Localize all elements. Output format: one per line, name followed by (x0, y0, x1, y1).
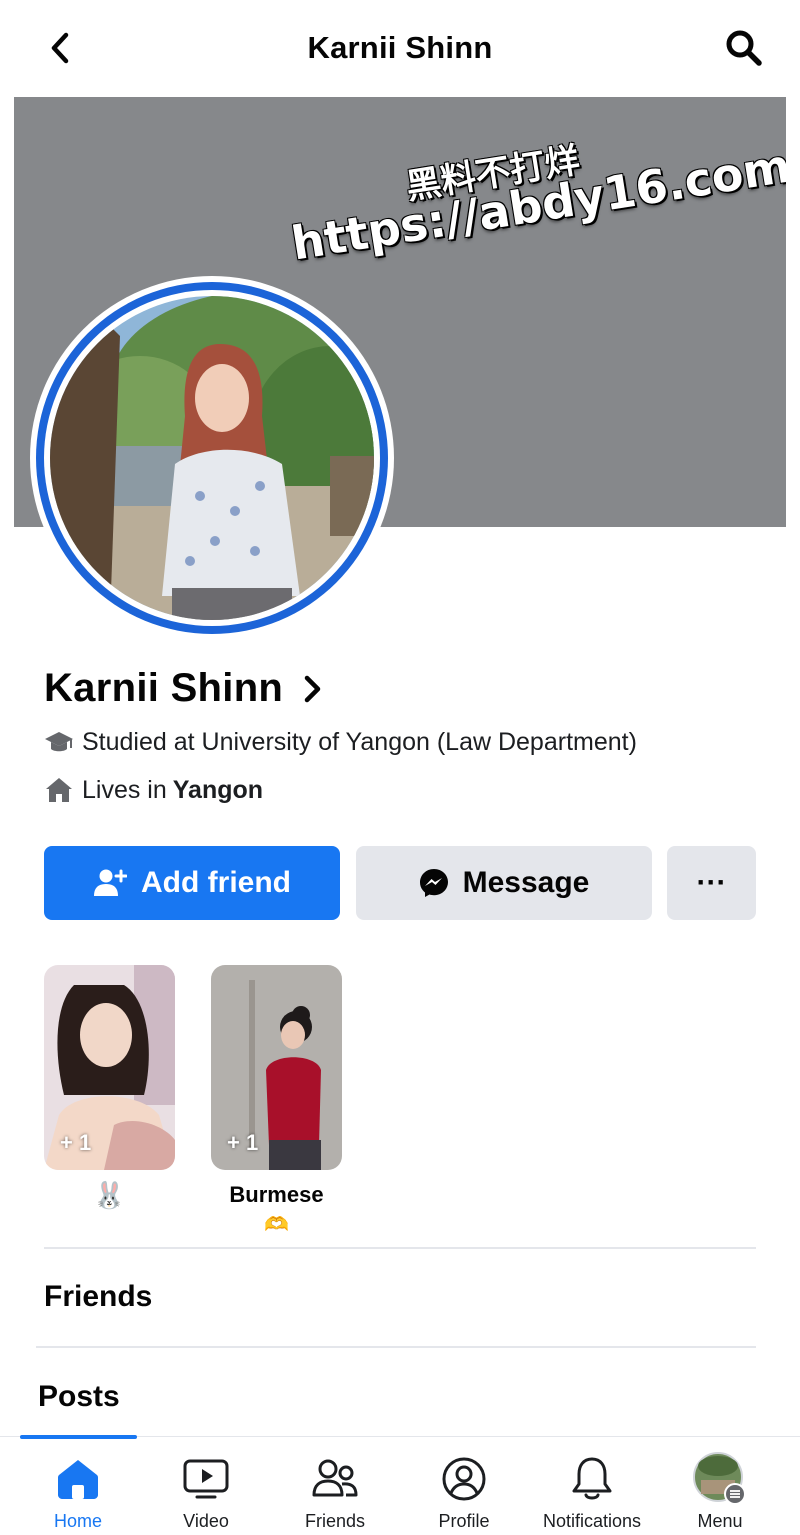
more-options-button[interactable]: ··· (667, 846, 756, 920)
chevron-right-icon (303, 674, 325, 704)
graduation-cap-icon (44, 727, 74, 757)
search-button[interactable] (722, 26, 766, 70)
search-icon (726, 30, 762, 66)
nav-notifications[interactable]: Notifications (528, 1437, 656, 1535)
nav-profile[interactable]: Profile (400, 1437, 528, 1535)
nav-label: Friends (304, 1511, 366, 1531)
page-title: Karnii Shinn (307, 30, 493, 65)
highlight-caption-emoji: 🫶 (264, 1214, 289, 1236)
education-text: Studied at University of Yangon (Law Dep… (82, 727, 637, 756)
section-divider (36, 1346, 756, 1348)
highlight-caption: 🐰 (93, 1180, 126, 1210)
add-friend-button[interactable]: Add friend (44, 846, 340, 920)
highlight-card[interactable]: + 1 (211, 965, 342, 1170)
section-divider (44, 1247, 756, 1249)
nav-friends[interactable]: Friends (271, 1437, 399, 1535)
highlight-count: + 1 (60, 1130, 92, 1155)
highlight-caption: Burmese (229, 1182, 324, 1207)
nav-label: Video (183, 1511, 229, 1531)
bell-icon (570, 1455, 614, 1503)
profile-icon (441, 1455, 487, 1503)
nav-label: Profile (438, 1511, 490, 1531)
add-person-icon (93, 868, 127, 898)
profile-name: Karnii Shinn (44, 666, 284, 710)
video-icon (183, 1455, 229, 1503)
friends-icon (312, 1455, 358, 1503)
top-bar: Karnii Shinn (0, 0, 800, 96)
education-info: Studied at University of Yangon (Law Dep… (44, 727, 637, 757)
message-label: Message (462, 866, 590, 899)
bottom-navigation: Home Video Friends Profile Notifications… (0, 1435, 800, 1535)
nav-home[interactable]: Home (14, 1437, 142, 1535)
menu-avatar-icon (693, 1452, 747, 1505)
more-dots-icon: ··· (696, 866, 727, 899)
profile-name-row[interactable]: Karnii Shinn (44, 666, 325, 711)
messenger-icon (419, 868, 449, 898)
nav-label: Menu (697, 1511, 743, 1531)
posts-section-title: Posts (38, 1380, 120, 1413)
message-button[interactable]: Message (356, 846, 652, 920)
home-icon (44, 775, 74, 805)
profile-photo-image (50, 296, 374, 620)
highlight-count: + 1 (227, 1130, 259, 1155)
home-icon (56, 1455, 100, 1503)
nav-video[interactable]: Video (142, 1437, 270, 1535)
profile-picture[interactable] (50, 296, 374, 620)
nav-label: Notifications (542, 1511, 642, 1531)
lives-label: Lives in (82, 775, 167, 804)
nav-menu[interactable]: Menu (656, 1437, 784, 1535)
nav-label: Home (53, 1511, 102, 1531)
friends-section-title[interactable]: Friends (44, 1280, 152, 1314)
location-info: Lives in Yangon (44, 775, 263, 805)
lives-city[interactable]: Yangon (173, 776, 263, 805)
add-friend-label: Add friend (141, 866, 291, 899)
highlight-card[interactable]: + 1 (44, 965, 175, 1170)
